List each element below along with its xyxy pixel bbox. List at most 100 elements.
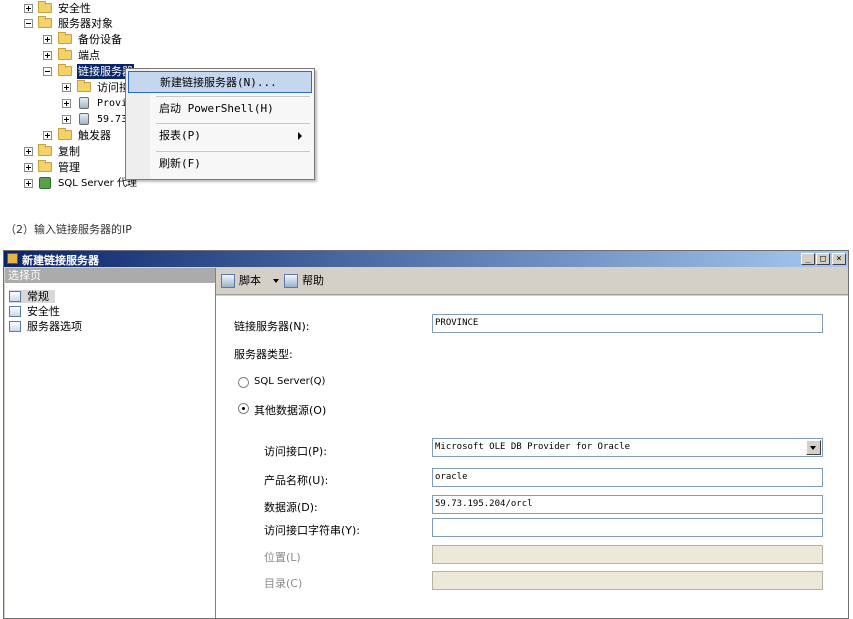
menu-item-label: 报表(P) [159, 129, 201, 142]
menu-item-label: 刷新(F) [159, 157, 201, 170]
tree-node-backup-devices[interactable]: 备份设备 [43, 32, 143, 47]
page-icon [9, 291, 21, 302]
linked-server-icon [7, 253, 18, 264]
folder-icon [38, 160, 52, 172]
help-icon [284, 274, 298, 288]
tree-node-server-objects[interactable]: 服务器对象 [24, 16, 144, 31]
page-label: 常规 [27, 290, 49, 303]
folder-icon [58, 48, 72, 60]
tree-label: Provi [97, 98, 128, 109]
agent-icon [39, 177, 51, 189]
linked-server-label: 链接服务器(N): [234, 320, 310, 333]
expand-icon[interactable] [24, 147, 33, 156]
maximize-button[interactable]: □ [816, 253, 830, 265]
catalog-label: 目录(C) [264, 577, 303, 590]
menu-separator [156, 123, 310, 124]
other-source-radio[interactable] [238, 403, 249, 414]
collapse-icon[interactable] [24, 19, 33, 28]
tree-node-replication[interactable]: 复制 [24, 144, 104, 159]
dialog-toolbar: 脚本 帮助 [216, 268, 848, 295]
tree-label: 备份设备 [78, 33, 122, 46]
select-page-header: 选择页 [5, 268, 215, 283]
tree-label: 管理 [58, 161, 80, 174]
provider-value: Microsoft OLE DB Provider for Oracle [435, 442, 631, 452]
expand-icon[interactable] [62, 99, 71, 108]
datasource-label: 数据源(D): [264, 501, 318, 514]
tree-label: 安全性 [58, 2, 91, 15]
tree-label: 59.73 [97, 114, 128, 125]
other-source-option-label[interactable]: 其他数据源(O) [254, 402, 326, 418]
tree-node-providers[interactable]: 访问接 [62, 80, 132, 95]
location-input [432, 545, 823, 564]
context-menu: 新建链接服务器(N)... 启动 PowerShell(H) 报表(P) 刷新(… [125, 68, 315, 180]
script-label: 脚本 [239, 274, 261, 287]
tree-label: 服务器对象 [58, 17, 113, 30]
tree-node-triggers[interactable]: 触发器 [43, 128, 123, 143]
provider-string-label: 访问接口字符串(Y): [264, 524, 361, 537]
tree-label: 端点 [78, 49, 100, 62]
chevron-down-icon[interactable] [806, 440, 821, 455]
script-button[interactable]: 脚本 [221, 274, 279, 288]
collapse-icon[interactable] [43, 67, 52, 76]
page-icon [9, 321, 21, 332]
expand-icon[interactable] [62, 83, 71, 92]
menu-item-reports[interactable]: 报表(P) [128, 125, 312, 147]
submenu-arrow-icon [298, 132, 302, 140]
datasource-input[interactable]: 59.73.195.204/orcl [432, 495, 823, 514]
folder-icon [58, 64, 72, 76]
page-label: 安全性 [27, 305, 60, 318]
provider-label: 访问接口(P): [264, 445, 327, 458]
dialog-title: 新建链接服务器 [22, 254, 99, 267]
page-general[interactable]: 常规 [9, 290, 55, 303]
linked-server-icon [79, 113, 89, 125]
page-server-options[interactable]: 服务器选项 [9, 320, 89, 333]
tree-node-linked-ip[interactable]: 59.73 [62, 112, 132, 127]
server-type-label: 服务器类型: [234, 348, 293, 361]
close-button[interactable]: × [832, 253, 846, 265]
select-page-pane: 选择页 常规 安全性 服务器选项 [5, 268, 216, 618]
menu-item-start-powershell[interactable]: 启动 PowerShell(H) [128, 98, 312, 120]
folder-icon [38, 1, 52, 13]
tree-label: 触发器 [78, 129, 111, 142]
minimize-button[interactable]: _ [801, 253, 815, 265]
script-icon [221, 274, 235, 288]
menu-item-new-linked-server[interactable]: 新建链接服务器(N)... [128, 71, 312, 93]
folder-icon [58, 32, 72, 44]
dialog-titlebar[interactable]: 新建链接服务器 _ □ × [4, 251, 848, 267]
step-caption: （2）输入链接服务器的IP [5, 223, 132, 236]
tree-node-linked-province[interactable]: Provi [62, 96, 132, 111]
expand-icon[interactable] [43, 35, 52, 44]
product-name-label: 产品名称(U): [264, 474, 329, 487]
linked-server-icon [79, 97, 89, 109]
product-name-input[interactable]: oracle [432, 468, 823, 487]
provider-string-input[interactable] [432, 518, 823, 537]
expand-icon[interactable] [24, 163, 33, 172]
sql-server-option-label[interactable]: SQL Server(Q) [254, 376, 325, 387]
menu-item-label: 新建链接服务器(N)... [160, 76, 277, 89]
page-label: 服务器选项 [27, 320, 82, 333]
tree-node-management[interactable]: 管理 [24, 160, 104, 175]
sql-server-radio[interactable] [238, 377, 249, 388]
expand-icon[interactable] [24, 4, 33, 13]
folder-icon [77, 80, 91, 92]
expand-icon[interactable] [62, 115, 71, 124]
menu-separator [156, 151, 310, 152]
menu-separator [156, 96, 310, 97]
tree-node-security[interactable]: 安全性 [24, 1, 144, 16]
provider-select[interactable]: Microsoft OLE DB Provider for Oracle [432, 438, 823, 457]
expand-icon[interactable] [43, 131, 52, 140]
chevron-down-icon[interactable] [273, 279, 279, 283]
expand-icon[interactable] [43, 51, 52, 60]
folder-icon [58, 128, 72, 140]
location-label: 位置(L) [264, 551, 301, 564]
linked-server-input[interactable]: PROVINCE [432, 314, 823, 333]
help-button[interactable]: 帮助 [284, 274, 334, 288]
expand-icon[interactable] [24, 179, 33, 188]
help-label: 帮助 [302, 274, 324, 287]
tree-node-endpoints[interactable]: 端点 [43, 48, 143, 63]
page-security[interactable]: 安全性 [9, 305, 69, 318]
menu-item-refresh[interactable]: 刷新(F) [128, 153, 312, 175]
folder-icon [38, 144, 52, 156]
menu-item-label: 启动 PowerShell(H) [159, 102, 274, 115]
folder-icon [38, 16, 52, 28]
